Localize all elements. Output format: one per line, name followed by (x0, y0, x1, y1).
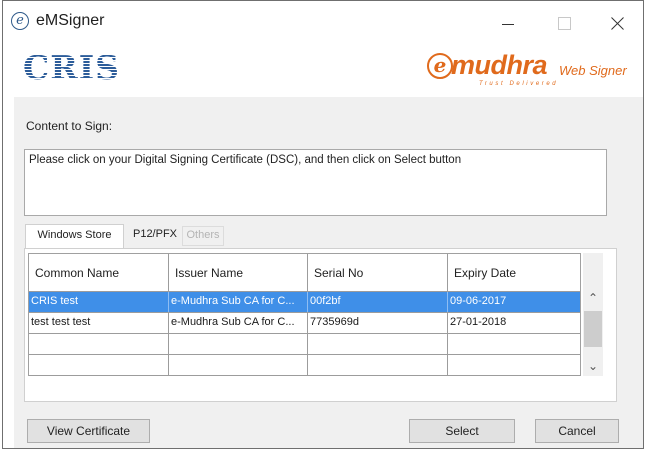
chevron-down-icon[interactable]: ⌄ (588, 360, 598, 372)
cell-common-name: CRIS test (29, 292, 169, 312)
close-button[interactable] (595, 8, 641, 38)
table-row[interactable]: test test test e-Mudhra Sub CA for C... … (29, 313, 580, 334)
scrollbar-thumb[interactable] (584, 311, 602, 347)
cell-issuer-name: e-Mudhra Sub CA for C... (169, 292, 308, 312)
window-title: eMSigner (36, 12, 105, 29)
content-to-sign-label: Content to Sign: (26, 119, 113, 133)
svg-text:CRIS: CRIS (23, 49, 120, 85)
emsigner-app-icon: e (11, 12, 29, 30)
column-header-serial-no[interactable]: Serial No (308, 254, 448, 291)
empty-cell (29, 355, 169, 375)
table-row[interactable]: CRIS test e-Mudhra Sub CA for C... 00f2b… (29, 292, 580, 313)
empty-cell (29, 334, 169, 354)
tab-content: Common Name Issuer Name Serial No Expiry… (24, 248, 617, 402)
select-button[interactable]: Select (409, 419, 515, 443)
tab-others: Others (182, 226, 224, 246)
emsigner-window: e eMSigner CRIS e mudhra Trust Delivered… (2, 0, 644, 449)
maximize-button[interactable] (541, 8, 587, 38)
cell-expiry-date: 27-01-2018 (450, 316, 507, 328)
title-bar[interactable]: e eMSigner (3, 1, 643, 45)
cris-logo: CRIS (23, 49, 120, 85)
tab-p12-pfx[interactable]: P12/PFX (128, 224, 182, 246)
empty-cell (169, 355, 308, 375)
content-message-box[interactable]: Please click on your Digital Signing Cer… (24, 149, 607, 216)
content-panel: Content to Sign: Please click on your Di… (14, 97, 643, 448)
column-header-expiry-date[interactable]: Expiry Date (448, 254, 580, 291)
table-row-empty (29, 355, 580, 376)
cell-issuer-name: e-Mudhra Sub CA for C... (169, 313, 308, 333)
emudhra-tagline: Trust Delivered (479, 81, 559, 87)
empty-cell (308, 355, 448, 375)
cell-serial-no: 7735969d (308, 313, 448, 333)
column-header-common-name[interactable]: Common Name (29, 254, 169, 291)
empty-cell (448, 334, 580, 354)
view-certificate-button[interactable]: View Certificate (27, 419, 150, 443)
empty-cell (448, 355, 580, 375)
cell-common-name: test test test (29, 313, 169, 333)
table-row-empty (29, 334, 580, 355)
tab-windows-store[interactable]: Windows Store (25, 224, 124, 249)
empty-cell (169, 334, 308, 354)
cancel-button[interactable]: Cancel (535, 419, 619, 443)
empty-cell (308, 334, 448, 354)
emudhra-e-icon: e (427, 53, 453, 79)
cell-expiry-date: 09-06-2017 (450, 295, 507, 307)
minimize-button[interactable] (485, 8, 531, 38)
emudhra-name: mudhra (451, 50, 548, 80)
table-header: Common Name Issuer Name Serial No Expiry… (29, 254, 580, 292)
table-scrollbar[interactable]: ⌃ ⌄ (583, 253, 603, 376)
column-header-issuer-name[interactable]: Issuer Name (169, 254, 308, 291)
chevron-up-icon[interactable]: ⌃ (588, 292, 598, 304)
emudhra-logo: e mudhra Trust Delivered Web Signer (427, 49, 639, 89)
web-signer-label: Web Signer (559, 63, 627, 78)
cell-serial-no: 00f2bf (308, 292, 448, 312)
certificate-table: Common Name Issuer Name Serial No Expiry… (28, 253, 581, 376)
